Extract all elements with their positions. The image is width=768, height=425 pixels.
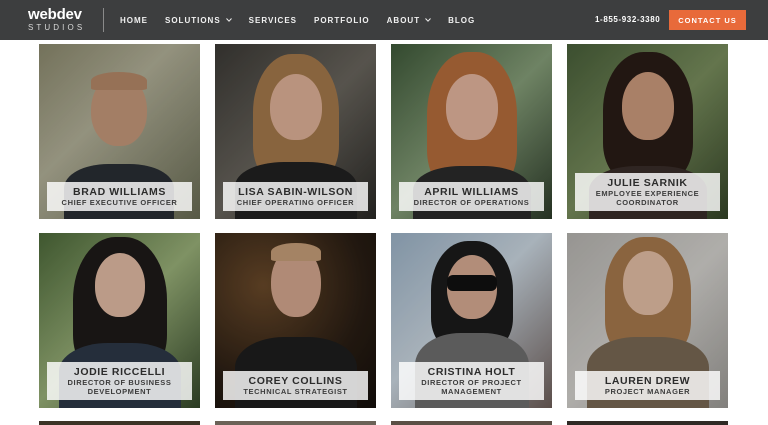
team-title: TECHNICAL STRATEGIST [243, 387, 348, 396]
nav-label: SOLUTIONS [165, 15, 221, 25]
team-nameplate: APRIL WILLIAMS DIRECTOR OF OPERATIONS [399, 182, 544, 211]
phone-link[interactable]: 1-855-932-3380 [595, 15, 660, 24]
nav-label: SERVICES [248, 15, 297, 25]
logo-divider [103, 8, 104, 32]
team-title: CHIEF OPERATING OFFICER [236, 198, 355, 207]
nav-item-blog[interactable]: BLOG [448, 16, 475, 25]
team-card-julie-sarnik[interactable]: JULIE SARNIK EMPLOYEE EXPERIENCE COORDIN… [567, 44, 728, 219]
team-card-lauren-drew[interactable]: LAUREN DREW PROJECT MANAGER [567, 233, 728, 408]
team-nameplate: BRAD WILLIAMS CHIEF EXECUTIVE OFFICER [47, 182, 192, 211]
team-title: CHIEF EXECUTIVE OFFICER [61, 198, 178, 207]
nav-label: HOME [120, 15, 148, 25]
team-name: JODIE RICCELLI [73, 366, 166, 378]
team-name: APRIL WILLIAMS [424, 186, 519, 198]
team-card-partial[interactable] [391, 421, 552, 425]
team-name: LISA SABIN-WILSON [238, 186, 353, 198]
team-nameplate: CRISTINA HOLT DIRECTOR OF PROJECT MANAGE… [399, 362, 544, 400]
logo-subtitle: STUDIOS [28, 23, 86, 32]
team-card-corey-collins[interactable]: COREY COLLINS TECHNICAL STRATEGIST [215, 233, 376, 408]
site-logo[interactable]: webdev STUDIOS [28, 7, 100, 33]
site-header: webdev STUDIOS HOME SOLUTIONS SERVICES P… [0, 0, 768, 40]
main-nav: HOME SOLUTIONS SERVICES PORTFOLIO ABOUT … [120, 0, 492, 40]
team-nameplate: JODIE RICCELLI DIRECTOR OF BUSINESS DEVE… [47, 362, 192, 400]
team-nameplate: JULIE SARNIK EMPLOYEE EXPERIENCE COORDIN… [575, 173, 720, 211]
team-name: CRISTINA HOLT [427, 366, 516, 378]
contact-us-button[interactable]: CONTACT US [669, 10, 746, 30]
nav-label: PORTFOLIO [313, 15, 370, 25]
team-card-jodie-riccelli[interactable]: JODIE RICCELLI DIRECTOR OF BUSINESS DEVE… [39, 233, 200, 408]
team-name: JULIE SARNIK [607, 177, 688, 189]
team-title: DIRECTOR OF BUSINESS DEVELOPMENT [67, 378, 172, 396]
team-card-lisa-sabin-wilson[interactable]: LISA SABIN-WILSON CHIEF OPERATING OFFICE… [215, 44, 376, 219]
nav-label: BLOG [448, 15, 476, 25]
team-name: BRAD WILLIAMS [73, 186, 166, 198]
team-nameplate: LISA SABIN-WILSON CHIEF OPERATING OFFICE… [223, 182, 368, 211]
nav-item-services[interactable]: SERVICES [249, 16, 297, 25]
nav-label: ABOUT [386, 15, 421, 25]
team-card-partial[interactable] [39, 421, 200, 425]
team-title: DIRECTOR OF PROJECT MANAGEMENT [421, 378, 522, 396]
team-grid: BRAD WILLIAMS CHIEF EXECUTIVE OFFICER LI… [0, 0, 768, 425]
chevron-down-icon [425, 17, 431, 23]
team-title: PROJECT MANAGER [604, 387, 691, 396]
team-card-partial[interactable] [215, 421, 376, 425]
team-title: EMPLOYEE EXPERIENCE COORDINATOR [595, 189, 700, 207]
team-nameplate: COREY COLLINS TECHNICAL STRATEGIST [223, 371, 368, 400]
team-name: COREY COLLINS [248, 375, 343, 387]
team-name: LAUREN DREW [604, 375, 691, 387]
nav-item-about[interactable]: ABOUT [387, 16, 431, 25]
team-card-partial[interactable] [567, 421, 728, 425]
team-card-brad-williams[interactable]: BRAD WILLIAMS CHIEF EXECUTIVE OFFICER [39, 44, 200, 219]
team-card-april-williams[interactable]: APRIL WILLIAMS DIRECTOR OF OPERATIONS [391, 44, 552, 219]
logo-wordmark: webdev [28, 6, 82, 23]
team-card-cristina-holt[interactable]: CRISTINA HOLT DIRECTOR OF PROJECT MANAGE… [391, 233, 552, 408]
nav-item-portfolio[interactable]: PORTFOLIO [314, 16, 370, 25]
nav-item-solutions[interactable]: SOLUTIONS [165, 16, 232, 25]
chevron-down-icon [225, 17, 232, 23]
team-nameplate: LAUREN DREW PROJECT MANAGER [575, 371, 720, 400]
team-title: DIRECTOR OF OPERATIONS [413, 198, 530, 207]
nav-item-home[interactable]: HOME [120, 16, 148, 25]
